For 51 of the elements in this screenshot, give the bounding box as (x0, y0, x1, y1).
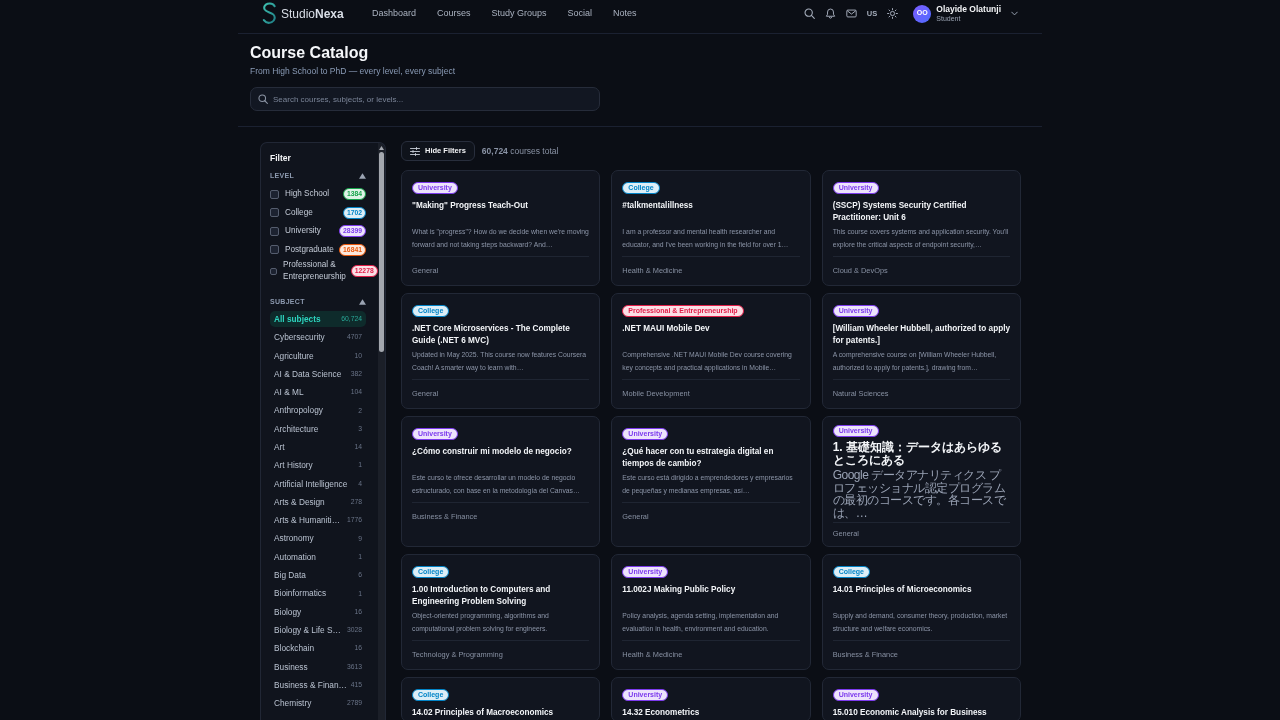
scroll-up-arrow-icon[interactable] (379, 146, 384, 150)
course-title: ¿Cómo construir mi modelo de negocio? (412, 446, 573, 458)
filter-heading: Filter (270, 152, 292, 164)
course-title: 14.02 Principles of Macroeconomics (412, 707, 555, 719)
course-title: ¿Qué hacer con tu estrategia digital en tiempos de cambio? (622, 446, 775, 469)
nav-link[interactable]: Courses (437, 6, 471, 21)
logo-icon (262, 2, 277, 25)
course-total: 60,724 courses total (481, 144, 559, 158)
scrollbar-thumb[interactable] (379, 152, 384, 352)
caret-up-icon[interactable] (359, 173, 366, 179)
course-title: #talkmentalillness (622, 200, 694, 212)
level-label: High School (285, 188, 331, 201)
mail-icon[interactable] (845, 8, 857, 19)
course-title: [William Wheeler Hubbell, authorized to apply for patents.] (832, 323, 1010, 346)
nav-link[interactable]: Study Groups (491, 6, 547, 21)
sun-icon[interactable] (887, 8, 899, 19)
course-title: 14.01 Principles of Microeconomics (832, 584, 973, 596)
course-description: Google データアナリティクス プロフェッショナル認定プログラムの最初のコースです。各コースでは、… (832, 469, 1007, 519)
search-icon[interactable] (803, 8, 815, 19)
course-title: (SSCP) Systems Security Certified Practitioner: Unit 6 (832, 200, 968, 223)
caret-up-icon[interactable] (359, 299, 366, 305)
course-title: "Making" Progress Teach-Out (412, 200, 529, 212)
search-field[interactable]: Search courses, subjects, or levels... (250, 87, 600, 111)
brand-name[interactable]: StudioNexa (281, 4, 344, 23)
page-subtitle: From High School to PhD — every level, every subject (250, 65, 457, 77)
search-icon (258, 94, 268, 104)
course-title: 15.010 Economic Analysis for Business (832, 707, 988, 719)
course-title: 14.32 Econometrics (622, 707, 701, 719)
level-label: Postgraduate (285, 243, 335, 256)
sliders-icon (410, 146, 420, 156)
level-label: University (285, 225, 322, 238)
course-title: .NET Core Microservices - The Complete Guide (.NET 6 MVC) (412, 323, 571, 346)
checkbox[interactable] (270, 189, 279, 199)
level-label: Professional & Entrepreneurship (283, 259, 346, 283)
checkbox[interactable] (270, 208, 279, 218)
nav-link[interactable]: Notes (613, 6, 637, 21)
bell-icon[interactable] (824, 8, 836, 19)
course-title: .NET MAUI Mobile Dev (622, 323, 711, 335)
checkbox[interactable] (270, 267, 277, 275)
checkbox[interactable] (270, 245, 279, 255)
user-name: Olayide Olatunji (936, 4, 1001, 14)
page-title: Course Catalog (250, 43, 370, 63)
level-label: College (285, 206, 314, 219)
course-title: 1.00 Introduction to Computers and Engineering Problem Solving (412, 584, 552, 607)
scrollbar-track[interactable] (378, 143, 385, 720)
course-title: 11.002J Making Public Policy (622, 584, 737, 596)
course-title: 1. 基礎知識：データはあらゆるところにある (832, 441, 1003, 467)
chevron-down-icon[interactable] (1011, 10, 1018, 17)
nav-link[interactable]: Dashboard (372, 6, 417, 21)
checkbox[interactable] (270, 226, 279, 236)
nav-link[interactable]: Social (567, 6, 593, 21)
